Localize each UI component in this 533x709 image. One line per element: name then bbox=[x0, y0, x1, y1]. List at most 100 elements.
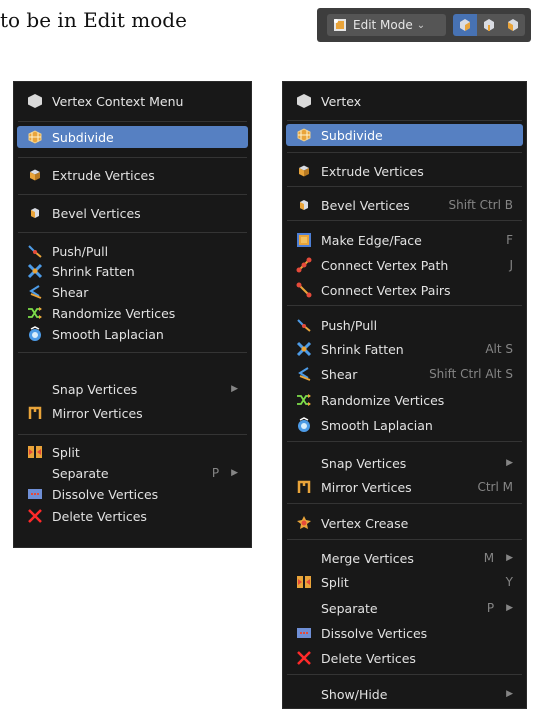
menu-item-separate[interactable]: Separate P ▶ bbox=[17, 462, 248, 484]
menu-item-split[interactable]: Split bbox=[17, 441, 248, 463]
edge-select-mode-button[interactable] bbox=[477, 14, 501, 36]
menu-item-vertex-crease[interactable]: Vertex Crease bbox=[286, 512, 523, 534]
mode-label: Edit Mode bbox=[353, 18, 413, 32]
split-icon bbox=[27, 444, 43, 460]
menu-item-merge-vertices[interactable]: Merge Vertices M ▶ bbox=[286, 547, 523, 569]
menu-item-label: Mirror Vertices bbox=[52, 405, 143, 421]
submenu-arrow-icon: ▶ bbox=[506, 603, 513, 613]
randomize-icon bbox=[296, 392, 312, 408]
menu-item-subdivide[interactable]: Subdivide bbox=[286, 124, 523, 146]
menu-item-label: Shrink Fatten bbox=[321, 341, 404, 357]
menu-item-label: Smooth Laplacian bbox=[52, 326, 164, 342]
menu-item-delete-vertices[interactable]: Delete Vertices bbox=[17, 505, 248, 527]
mirror-icon bbox=[296, 479, 312, 495]
shortcut-hint: Alt S bbox=[485, 342, 513, 356]
menu-item-label: Push/Pull bbox=[52, 243, 109, 259]
submenu-arrow-icon: ▶ bbox=[506, 689, 513, 699]
menu-item-label: Separate bbox=[321, 600, 378, 616]
push-pull-icon bbox=[296, 317, 312, 333]
menu-item-label: Push/Pull bbox=[321, 317, 378, 333]
menu-item-label: Subdivide bbox=[321, 127, 383, 143]
shortcut-hint: Shift Ctrl B bbox=[448, 198, 514, 212]
menu-item-label: Show/Hide bbox=[321, 686, 388, 702]
extrude-icon bbox=[296, 163, 312, 179]
menu-item-label: Connect Vertex Path bbox=[321, 257, 449, 273]
vertex-menu: Vertex Subdivide Extrude Vertices Bevel … bbox=[282, 81, 527, 709]
menu-item-label: Dissolve Vertices bbox=[321, 625, 428, 641]
connect-path-icon bbox=[296, 257, 312, 273]
shortcut-hint: P bbox=[486, 601, 495, 615]
menu-item-mirror-vertices[interactable]: Mirror Vertices Ctrl M bbox=[286, 476, 523, 498]
menu-item-snap-vertices[interactable]: Snap Vertices ▶ bbox=[286, 452, 523, 474]
shortcut-hint: F bbox=[506, 233, 513, 247]
chevron-down-icon: ⌄ bbox=[416, 19, 426, 31]
menu-item-dissolve-vertices[interactable]: Dissolve Vertices bbox=[17, 483, 248, 505]
menu-item-label: Delete Vertices bbox=[52, 508, 147, 524]
shrink-fatten-icon bbox=[296, 341, 312, 357]
menu-item-split[interactable]: Split Y bbox=[286, 571, 523, 593]
menu-item-push-pull[interactable]: Push/Pull bbox=[286, 314, 523, 336]
menu-item-show-hide[interactable]: Show/Hide ▶ bbox=[286, 683, 523, 705]
menu-item-label: Extrude Vertices bbox=[52, 167, 155, 183]
dissolve-icon bbox=[27, 486, 43, 502]
menu-item-shear[interactable]: Shear bbox=[17, 281, 248, 303]
mirror-icon bbox=[27, 405, 43, 421]
menu-item-label: Snap Vertices bbox=[321, 455, 407, 471]
menu-item-label: Split bbox=[321, 574, 349, 590]
vertex-context-menu: Vertex Context Menu Subdivide Extrude Ve… bbox=[13, 81, 252, 548]
menu-item-label: Shear bbox=[321, 366, 358, 382]
menu-item-smooth-laplacian[interactable]: Smooth Laplacian bbox=[286, 414, 523, 436]
dissolve-icon bbox=[296, 625, 312, 641]
menu-item-label: Split bbox=[52, 444, 80, 460]
face-select-icon bbox=[508, 19, 518, 31]
menu-item-bevel-vertices[interactable]: Bevel Vertices bbox=[17, 202, 248, 224]
menu-item-shrink-fatten[interactable]: Shrink Fatten Alt S bbox=[286, 338, 523, 360]
menu-title: Vertex bbox=[283, 90, 526, 112]
shortcut-hint: Ctrl M bbox=[477, 480, 513, 494]
bevel-icon bbox=[296, 197, 312, 213]
submenu-arrow-icon: ▶ bbox=[506, 553, 513, 563]
make-edge-face-icon bbox=[296, 232, 312, 248]
shear-icon bbox=[296, 366, 312, 382]
menu-item-label: Shrink Fatten bbox=[52, 263, 135, 279]
menu-item-connect-vertex-path[interactable]: Connect Vertex Path J bbox=[286, 254, 523, 276]
menu-item-label: Mirror Vertices bbox=[321, 479, 412, 495]
menu-item-label: Snap Vertices bbox=[52, 381, 138, 397]
menu-item-shrink-fatten[interactable]: Shrink Fatten bbox=[17, 260, 248, 282]
vertex-select-mode-button[interactable] bbox=[453, 14, 477, 36]
shortcut-hint: Y bbox=[505, 575, 513, 589]
menu-item-label: Connect Vertex Pairs bbox=[321, 282, 451, 298]
push-pull-icon bbox=[27, 243, 43, 259]
menu-item-make-edge-face[interactable]: Make Edge/Face F bbox=[286, 229, 523, 251]
menu-item-label: Bevel Vertices bbox=[321, 197, 410, 213]
menu-item-snap-vertices[interactable]: Snap Vertices ▶ bbox=[17, 378, 248, 400]
edge-select-icon bbox=[484, 19, 494, 31]
vertex-mesh-icon bbox=[297, 94, 311, 108]
menu-item-extrude-vertices[interactable]: Extrude Vertices bbox=[17, 164, 248, 186]
menu-item-delete-vertices[interactable]: Delete Vertices bbox=[286, 647, 523, 669]
edit-mode-dropdown[interactable]: Edit Mode ⌄ bbox=[327, 14, 446, 36]
menu-item-push-pull[interactable]: Push/Pull bbox=[17, 240, 248, 262]
menu-item-dissolve-vertices[interactable]: Dissolve Vertices bbox=[286, 622, 523, 644]
menu-item-label: Delete Vertices bbox=[321, 650, 416, 666]
menu-item-shear[interactable]: Shear Shift Ctrl Alt S bbox=[286, 363, 523, 385]
menu-item-separate[interactable]: Separate P ▶ bbox=[286, 597, 523, 619]
shortcut-hint: M bbox=[483, 551, 495, 565]
connect-pairs-icon bbox=[296, 282, 312, 298]
vertex-mesh-icon bbox=[28, 94, 42, 108]
menu-item-label: Vertex Crease bbox=[321, 515, 409, 531]
menu-item-bevel-vertices[interactable]: Bevel Vertices Shift Ctrl B bbox=[286, 194, 523, 216]
vertex-select-icon bbox=[460, 19, 470, 31]
menu-item-subdivide[interactable]: Subdivide bbox=[17, 126, 248, 148]
vertex-crease-icon bbox=[296, 515, 312, 531]
menu-item-mirror-vertices[interactable]: Mirror Vertices bbox=[17, 402, 248, 424]
menu-item-label: Smooth Laplacian bbox=[321, 417, 433, 433]
submenu-arrow-icon: ▶ bbox=[231, 468, 238, 478]
menu-item-randomize-vertices[interactable]: Randomize Vertices bbox=[17, 302, 248, 324]
menu-item-smooth-laplacian[interactable]: Smooth Laplacian bbox=[17, 323, 248, 345]
menu-item-extrude-vertices[interactable]: Extrude Vertices bbox=[286, 160, 523, 182]
shortcut-hint: J bbox=[509, 258, 513, 272]
menu-item-randomize-vertices[interactable]: Randomize Vertices bbox=[286, 389, 523, 411]
face-select-mode-button[interactable] bbox=[501, 14, 525, 36]
menu-item-connect-vertex-pairs[interactable]: Connect Vertex Pairs bbox=[286, 279, 523, 301]
